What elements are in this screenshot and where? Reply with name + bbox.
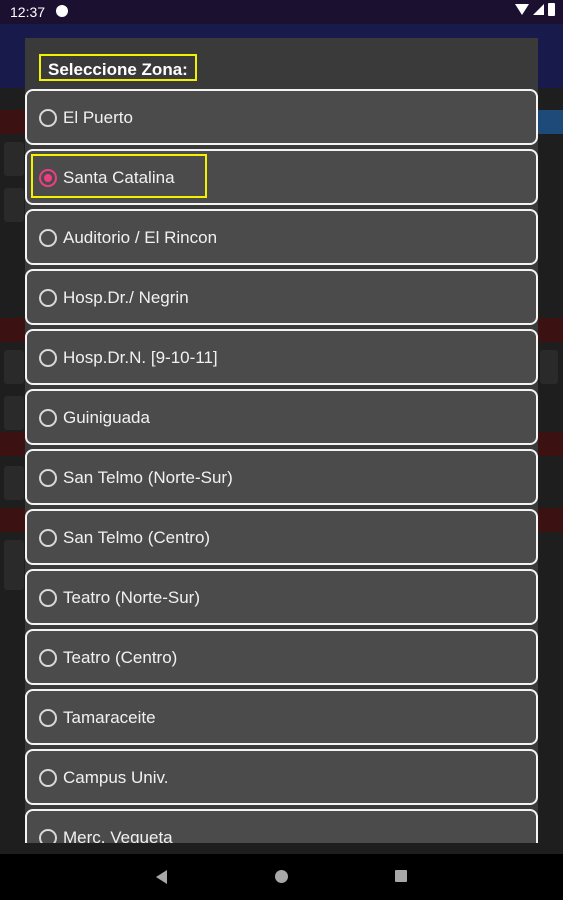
zone-option-label: El Puerto [63, 108, 133, 127]
status-bar: 12:37 [0, 0, 563, 24]
wifi-icon [515, 4, 529, 15]
zone-option-label: Teatro (Centro) [63, 648, 178, 667]
status-time: 12:37 [10, 4, 46, 20]
zone-option-label: Tamaraceite [63, 708, 156, 727]
zone-option[interactable]: Teatro (Norte-Sur) [25, 569, 538, 625]
zone-option[interactable]: El Puerto [25, 89, 538, 145]
zone-option[interactable]: Auditorio / El Rincon [25, 209, 538, 265]
zone-option-label: Campus Univ. [63, 768, 169, 787]
radio-unchecked-icon[interactable] [39, 349, 57, 367]
background-tile [4, 188, 24, 222]
radio-unchecked-icon[interactable] [39, 409, 57, 427]
zone-option[interactable]: Guiniguada [25, 389, 538, 445]
zone-option[interactable]: Hosp.Dr./ Negrin [25, 269, 538, 325]
radio-unchecked-icon[interactable] [39, 649, 57, 667]
zone-option[interactable]: Tamaraceite [25, 689, 538, 745]
back-icon[interactable] [156, 870, 167, 884]
battery-icon [548, 3, 555, 16]
zone-option[interactable]: Campus Univ. [25, 749, 538, 805]
zone-option-label: Guiniguada [63, 408, 150, 427]
radio-unchecked-icon[interactable] [39, 229, 57, 247]
zone-option[interactable]: San Telmo (Norte-Sur) [25, 449, 538, 505]
background-tile [540, 350, 558, 384]
signal-icon [533, 4, 544, 15]
background-band-blue [537, 110, 563, 134]
radio-unchecked-icon[interactable] [39, 709, 57, 727]
radio-unchecked-icon[interactable] [39, 289, 57, 307]
zone-option[interactable]: Santa Catalina [25, 149, 538, 205]
radio-unchecked-icon[interactable] [39, 529, 57, 547]
zone-option-label: Merc. Vegueta [63, 828, 173, 843]
zone-option-label: Teatro (Norte-Sur) [63, 588, 200, 607]
app-notification-icon [56, 5, 68, 17]
background-tile [4, 540, 24, 590]
dialog-title: Seleccione Zona: [39, 54, 197, 81]
radio-checked-icon[interactable] [39, 169, 57, 187]
zone-option-label: San Telmo (Centro) [63, 528, 211, 547]
radio-unchecked-icon[interactable] [39, 589, 57, 607]
radio-unchecked-icon[interactable] [39, 109, 57, 127]
status-icons [515, 3, 555, 16]
zone-selection-dialog: Seleccione Zona: El Puerto Santa Catalina… [25, 38, 538, 843]
zone-option-label: Hosp.Dr./ Negrin [63, 288, 189, 307]
navigation-bar [0, 854, 563, 900]
zone-option[interactable]: Merc. Vegueta [25, 809, 538, 843]
zone-option-label: Hosp.Dr.N. [9-10-11] [63, 348, 218, 367]
home-icon[interactable] [275, 870, 288, 883]
zone-option[interactable]: Teatro (Centro) [25, 629, 538, 685]
zone-option-label: Santa Catalina [63, 168, 175, 187]
radio-unchecked-icon[interactable] [39, 769, 57, 787]
zone-option[interactable]: San Telmo (Centro) [25, 509, 538, 565]
zone-option[interactable]: Hosp.Dr.N. [9-10-11] [25, 329, 538, 385]
radio-unchecked-icon[interactable] [39, 829, 57, 843]
background-tile [4, 396, 24, 430]
zone-option-label: San Telmo (Norte-Sur) [63, 468, 233, 487]
background-tile [4, 466, 24, 500]
background-tile [4, 350, 24, 384]
recents-icon[interactable] [395, 870, 407, 882]
background-tile [4, 142, 24, 176]
zone-option-label: Auditorio / El Rincon [63, 228, 218, 247]
radio-unchecked-icon[interactable] [39, 469, 57, 487]
